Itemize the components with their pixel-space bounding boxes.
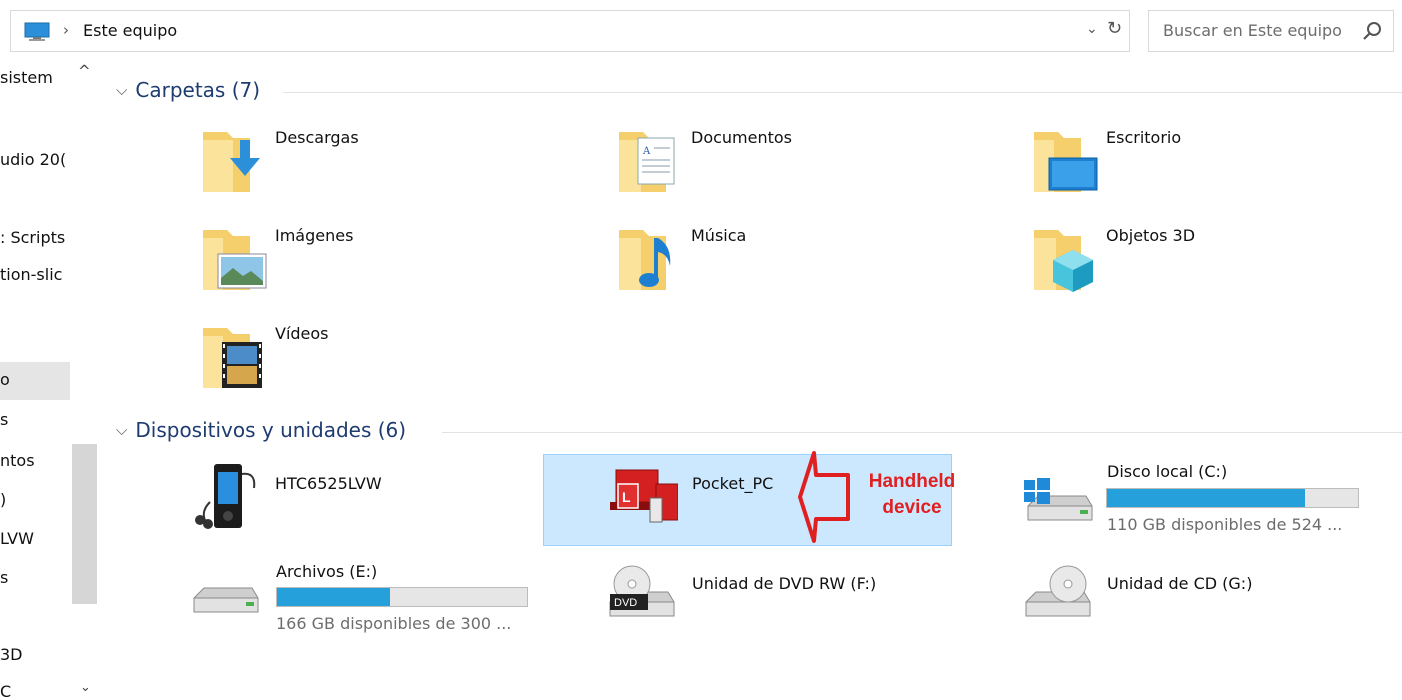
annotation-label: Handheld device: [852, 469, 972, 521]
collapse-chevron-icon[interactable]: ⌵: [116, 421, 127, 439]
search-input[interactable]: Buscar en Este equipo: [1148, 10, 1394, 52]
annotation-line2: device: [882, 497, 942, 518]
drive-e-usage-bar: [276, 587, 528, 607]
cd-drive-icon: [1025, 565, 1091, 617]
folder-label: Documentos: [691, 128, 793, 147]
folders-group-header[interactable]: ⌵ Carpetas (7): [116, 78, 260, 102]
svg-text:L: L: [622, 489, 631, 505]
folder-label: Descargas: [275, 128, 359, 147]
scrollbar-thumb[interactable]: [72, 444, 97, 604]
desktop-folder-icon: [1034, 132, 1098, 192]
folder-label: Imágenes: [275, 226, 354, 245]
nav-item[interactable]: C: [0, 682, 11, 700]
annotation-arrow-icon: [798, 451, 850, 543]
device-label: HTC6525LVW: [275, 474, 382, 493]
search-placeholder: Buscar en Este equipo: [1163, 21, 1342, 40]
group-divider: [442, 432, 1402, 433]
nav-item[interactable]: 3D: [0, 645, 23, 664]
svg-text:DVD: DVD: [614, 597, 637, 609]
nav-item[interactable]: o: [0, 370, 10, 389]
music-folder-icon: [619, 230, 671, 290]
breadcrumb-chevron-icon[interactable]: ›: [63, 21, 69, 39]
nav-item[interactable]: LVW: [0, 529, 34, 548]
devices-group-header[interactable]: ⌵ Dispositivos y unidades (6): [116, 418, 406, 442]
folder-label: Vídeos: [275, 324, 329, 343]
folder-label: Música: [691, 226, 747, 245]
scroll-up-icon[interactable]: ^: [78, 62, 91, 80]
drive-c-usage-bar: [1106, 488, 1359, 508]
this-pc-icon: [24, 22, 50, 41]
collapse-chevron-icon[interactable]: ⌵: [116, 81, 127, 99]
dvd-drive-icon: DVD: [609, 565, 675, 617]
drive-label: Archivos (E:): [276, 562, 378, 581]
folder-label: Objetos 3D: [1106, 226, 1196, 245]
nav-item[interactable]: s: [0, 568, 8, 587]
address-bar[interactable]: › Este equipo ⌄ ↻: [10, 10, 1130, 52]
drive-c-usage-fill: [1107, 489, 1306, 507]
device-label: Pocket_PC: [692, 474, 774, 493]
pictures-folder-icon: [203, 230, 267, 290]
drive-label: Unidad de CD (G:): [1107, 574, 1253, 593]
search-icon[interactable]: [1361, 20, 1383, 42]
3d-objects-folder-icon: [1034, 230, 1093, 292]
folder-label: Escritorio: [1106, 128, 1182, 147]
scroll-down-icon[interactable]: ⌄: [80, 680, 91, 695]
group-divider: [283, 92, 1402, 93]
nav-item[interactable]: ntos: [0, 451, 35, 470]
refresh-icon[interactable]: ↻: [1107, 18, 1122, 39]
navigation-pane[interactable]: sistem udio 20( : Scripts tion-slic o s ntos) L…: [0, 58, 102, 700]
nav-item[interactable]: : Scripts: [0, 228, 65, 247]
nav-selected-highlight: [0, 362, 70, 400]
annotation-line1: Handheld: [868, 471, 956, 492]
nav-item[interactable]: tion-slic: [0, 265, 62, 284]
drive-e-free-space: 166 GB disponibles de 300 ...: [276, 614, 512, 633]
nav-item[interactable]: sistem: [0, 68, 53, 87]
windows-drive-icon: [1024, 478, 1093, 521]
address-dropdown-icon[interactable]: ⌄: [1086, 21, 1098, 37]
nav-item[interactable]: udio 20(: [0, 150, 66, 169]
drive-label: Disco local (C:): [1107, 462, 1228, 481]
breadcrumb-location[interactable]: Este equipo: [83, 21, 177, 40]
drive-label: Unidad de DVD RW (F:): [692, 574, 877, 593]
svg-text:A: A: [642, 146, 651, 157]
videos-folder-icon: [203, 328, 262, 388]
downloads-folder-icon: [203, 132, 260, 192]
portable-media-player-icon: [195, 464, 256, 529]
nav-item[interactable]: ): [0, 490, 6, 509]
documents-folder-icon: A: [619, 132, 675, 192]
hard-drive-icon: [193, 587, 259, 613]
devices-group-title: Dispositivos y unidades (6): [135, 418, 407, 442]
nav-item[interactable]: s: [0, 410, 8, 429]
handheld-device-icon: L: [610, 469, 678, 523]
drive-c-free-space: 110 GB disponibles de 524 ...: [1107, 515, 1343, 534]
folders-group-title: Carpetas (7): [135, 78, 261, 102]
drive-e-usage-fill: [277, 588, 390, 606]
